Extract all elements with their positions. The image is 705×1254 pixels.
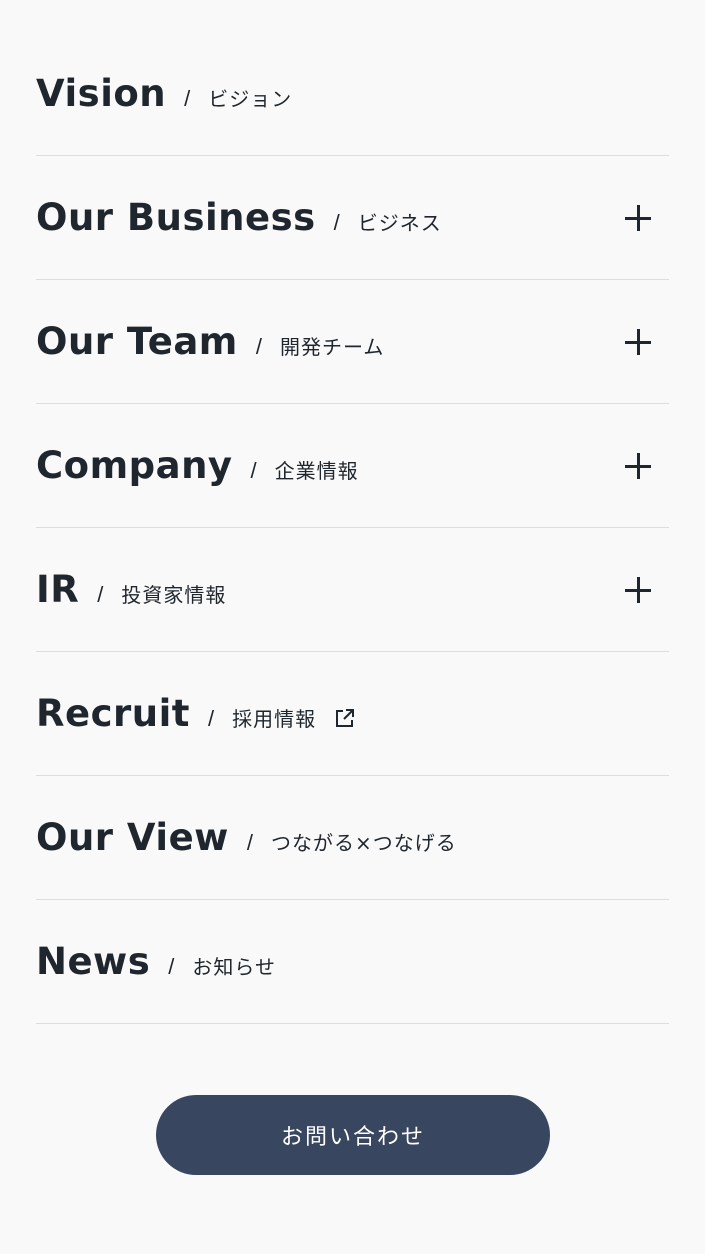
menu-item-recruit[interactable]: Recruit / 採用情報 (36, 652, 669, 776)
menu-item-company[interactable]: Company / 企業情報 (36, 404, 669, 528)
separator-slash: / (207, 706, 215, 731)
separator-slash: / (168, 954, 175, 979)
menu-item-label: Our View / つながる×つなげる (36, 816, 457, 859)
menu-item-label: Our Team / 開発チーム (36, 320, 384, 363)
menu-item-en: Recruit (36, 692, 190, 735)
menu-item-en: News (36, 940, 151, 983)
separator-slash: / (184, 86, 191, 111)
menu-item-label: Vision / ビジョン (36, 72, 292, 115)
separator-slash: / (255, 334, 262, 359)
menu-item-en: Vision (36, 72, 167, 115)
menu-item-ja: つながる×つなげる (271, 831, 457, 855)
menu-item-en: IR (36, 568, 80, 611)
menu-item-ja: 開発チーム (280, 335, 385, 359)
menu-item-ir[interactable]: IR / 投資家情報 (36, 528, 669, 652)
menu-item-vision[interactable]: Vision / ビジョン (36, 32, 669, 156)
plus-icon[interactable] (625, 452, 651, 479)
menu-item-news[interactable]: News / お知らせ (36, 900, 669, 1024)
menu-item-our-team[interactable]: Our Team / 開発チーム (36, 280, 669, 404)
menu-item-en: Our View (36, 816, 229, 859)
menu-item-our-business[interactable]: Our Business / ビジネス (36, 156, 669, 280)
menu-item-label: IR / 投資家情報 (36, 568, 226, 611)
plus-icon[interactable] (625, 328, 651, 355)
plus-icon[interactable] (625, 204, 651, 231)
menu-item-label: Our Business / ビジネス (36, 196, 442, 239)
menu-item-label: Company / 企業情報 (36, 444, 359, 487)
separator-slash: / (333, 210, 340, 235)
contact-button[interactable]: お問い合わせ (156, 1095, 550, 1175)
separator-slash: / (250, 458, 257, 483)
menu-item-ja: 投資家情報 (121, 583, 227, 607)
menu-item-ja: お知らせ (192, 955, 276, 979)
menu-item-our-view[interactable]: Our View / つながる×つなげる (36, 776, 669, 900)
menu-item-en: Our Team (36, 320, 238, 363)
menu-item-en: Our Business (36, 196, 316, 239)
separator-slash: / (97, 582, 104, 607)
global-menu: Vision / ビジョン Our Business / ビジネス Our Te… (36, 32, 669, 1024)
menu-item-ja: ビジョン (208, 87, 293, 111)
menu-item-ja: 採用情報 (232, 707, 317, 731)
external-link-icon (334, 707, 356, 729)
menu-item-label: News / お知らせ (36, 940, 276, 983)
separator-slash: / (246, 830, 253, 855)
contact-button-label: お問い合わせ (280, 1125, 425, 1150)
menu-item-ja: ビジネス (357, 211, 442, 235)
menu-item-label: Recruit / 採用情報 (36, 692, 356, 735)
menu-item-ja: 企業情報 (274, 459, 359, 483)
plus-icon[interactable] (625, 576, 651, 603)
menu-item-en: Company (36, 444, 233, 487)
